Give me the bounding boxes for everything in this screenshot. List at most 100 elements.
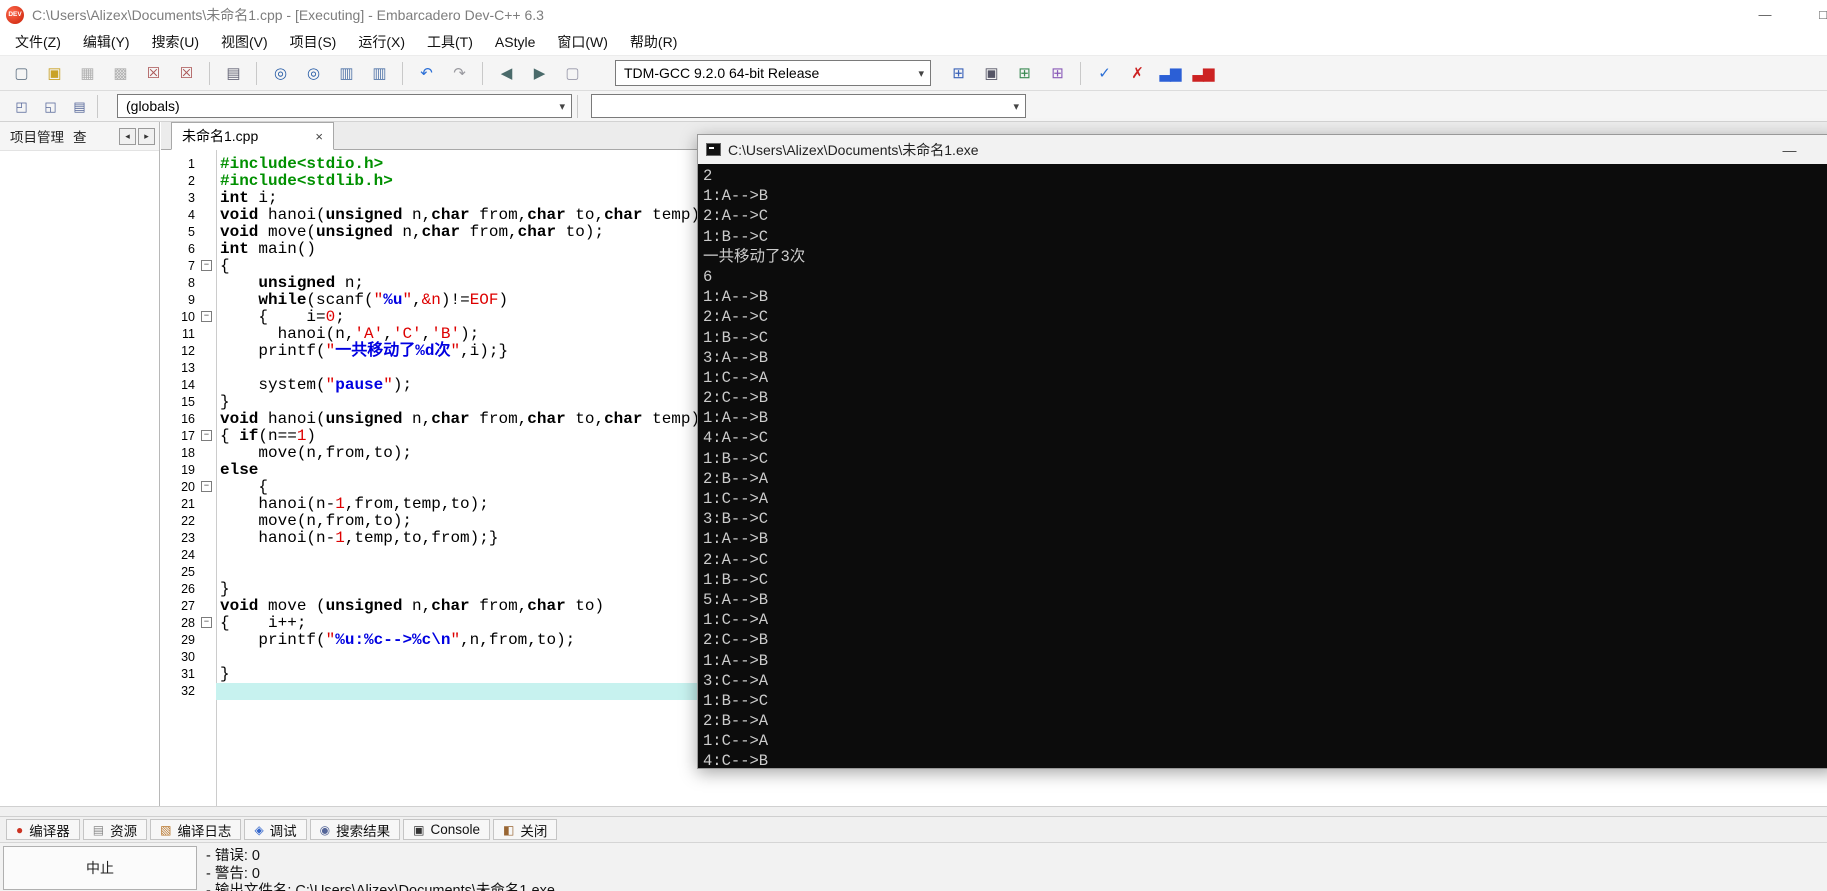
replace-button[interactable]: ◎ xyxy=(298,60,328,86)
print-button[interactable]: ▤ xyxy=(218,60,248,86)
console-output-line: 1:A-->B xyxy=(703,408,1827,428)
console-output[interactable]: 21:A-->B2:A-->C1:B-->C一共移动了3次61:A-->B2:A… xyxy=(698,164,1827,768)
menu-item-7[interactable]: 工具(T) xyxy=(416,29,484,55)
file-browser-button[interactable]: ▢ xyxy=(557,60,587,86)
compile-button[interactable]: ⊞ xyxy=(943,60,973,86)
tab-compile-log[interactable]: ▧编译日志 xyxy=(150,819,241,840)
toolbar-separator xyxy=(97,95,98,118)
panel-splitter[interactable] xyxy=(0,806,1827,816)
menu-item-2[interactable]: 编辑(Y) xyxy=(72,29,141,55)
console-output-line: 1:B-->C xyxy=(703,691,1827,711)
fold-toggle-icon[interactable]: − xyxy=(201,311,212,322)
browser-toolbar-group: ◰◱▤ xyxy=(8,95,92,118)
gutter: 19 xyxy=(161,462,216,479)
stop-execution-button[interactable]: ✗ xyxy=(1122,60,1152,86)
forward-button[interactable]: ▶ xyxy=(524,60,554,86)
open-file-button[interactable]: ▣ xyxy=(39,60,69,86)
panel-tab-project-manager[interactable]: 项目管理 xyxy=(10,126,64,146)
save-button[interactable]: ▦ xyxy=(72,60,102,86)
profile-delete-button[interactable]: ▃▆ xyxy=(1188,60,1218,86)
abort-button[interactable]: 中止 xyxy=(3,846,197,890)
profile-button[interactable]: ▃▆ xyxy=(1155,60,1185,86)
editor-tab[interactable]: 未命名1.cpp × xyxy=(171,122,334,150)
redo-button[interactable]: ↷ xyxy=(444,60,474,86)
fold-column xyxy=(197,445,216,462)
menu-item-10[interactable]: 帮助(R) xyxy=(619,29,688,55)
fold-column xyxy=(197,292,216,309)
fold-column xyxy=(197,496,216,513)
undo-button[interactable]: ↶ xyxy=(411,60,441,86)
console-output-line: 4:C-->B xyxy=(703,751,1827,768)
line-number: 15 xyxy=(161,394,197,411)
menu-item-9[interactable]: 窗口(W) xyxy=(546,29,619,55)
console-minimize-button[interactable]: — xyxy=(1767,135,1812,164)
line-number: 16 xyxy=(161,411,197,428)
panel-tab-view[interactable]: 查 xyxy=(73,126,87,146)
debug-icon: ◈ xyxy=(254,824,263,836)
tab-scroll-right-button[interactable]: ▸ xyxy=(138,128,155,145)
menu-item-1[interactable]: 文件(Z) xyxy=(4,29,72,55)
fold-toggle-icon[interactable]: − xyxy=(201,481,212,492)
compile-run-icon: ⊞ xyxy=(1018,66,1030,81)
tab-debug-label: 调试 xyxy=(270,820,297,840)
chevron-down-icon: ▾ xyxy=(559,100,565,113)
gutter: 8 xyxy=(161,275,216,292)
menu-item-8[interactable]: AStyle xyxy=(484,31,546,53)
gutter: 17− xyxy=(161,428,216,445)
gutter: 24 xyxy=(161,547,216,564)
fold-toggle-icon[interactable]: − xyxy=(201,430,212,441)
compiler-select[interactable]: TDM-GCC 9.2.0 64-bit Release ▾ xyxy=(615,60,931,86)
fold-toggle-icon[interactable]: − xyxy=(201,260,212,271)
menu-item-4[interactable]: 视图(V) xyxy=(210,29,279,55)
new-file-button[interactable]: ▢ xyxy=(6,60,36,86)
print-icon: ▤ xyxy=(226,66,239,81)
tab-scroll-left-button[interactable]: ◂ xyxy=(119,128,136,145)
bookmark-button[interactable]: ▥ xyxy=(364,60,394,86)
rebuild-button[interactable]: ⊞ xyxy=(1042,60,1072,86)
forward-icon: ▶ xyxy=(534,66,545,81)
window-minimize-button[interactable]: — xyxy=(1742,0,1788,29)
members-select[interactable]: ▾ xyxy=(591,94,1026,118)
syntax-check-button[interactable]: ✓ xyxy=(1089,60,1119,86)
fold-column xyxy=(197,632,216,649)
menu-bar: 文件(Z)编辑(Y)搜索(U)视图(V)项目(S)运行(X)工具(T)AStyl… xyxy=(0,29,1827,56)
goto-declaration-button[interactable]: ◰ xyxy=(8,95,34,118)
line-number: 32 xyxy=(161,683,197,700)
tab-resources-label: 资源 xyxy=(110,820,137,840)
line-number: 21 xyxy=(161,496,197,513)
console-output-line: 2:C-->B xyxy=(703,388,1827,408)
back-button[interactable]: ◀ xyxy=(491,60,521,86)
find-button[interactable]: ◎ xyxy=(265,60,295,86)
title-bar[interactable]: DEV C:\Users\Alizex\Documents\未命名1.cpp -… xyxy=(0,0,1827,29)
close-file-button[interactable]: ☒ xyxy=(138,60,168,86)
menu-item-6[interactable]: 运行(X) xyxy=(347,29,416,55)
toolbar-separator xyxy=(402,62,403,85)
menu-item-5[interactable]: 项目(S) xyxy=(279,29,348,55)
close-all-button[interactable]: ☒ xyxy=(171,60,201,86)
close-file-icon: ☒ xyxy=(147,66,159,81)
console-maximize-button[interactable]: □ xyxy=(1815,135,1827,164)
console-output-line: 一共移动了3次 xyxy=(703,247,1827,267)
tab-console[interactable]: ▣Console xyxy=(403,819,490,840)
menu-item-3[interactable]: 搜索(U) xyxy=(141,29,210,55)
tab-close-icon[interactable]: × xyxy=(315,129,323,144)
gutter: 6 xyxy=(161,241,216,258)
gutter: 30 xyxy=(161,649,216,666)
compile-run-button[interactable]: ⊞ xyxy=(1009,60,1039,86)
line-number: 26 xyxy=(161,581,197,598)
console-title-bar[interactable]: C:\Users\Alizex\Documents\未命名1.exe — □ xyxy=(698,135,1827,164)
tab-debug[interactable]: ◈ 调试 xyxy=(244,819,306,840)
tab-resources[interactable]: ▤资源 xyxy=(83,819,147,840)
goto-line-button[interactable]: ▥ xyxy=(331,60,361,86)
tab-compiler[interactable]: ●编译器 xyxy=(6,819,80,840)
globals-select[interactable]: (globals) ▾ xyxy=(117,94,572,118)
console-output-line: 2:B-->A xyxy=(703,469,1827,489)
run-button[interactable]: ▣ xyxy=(976,60,1006,86)
fold-toggle-icon[interactable]: − xyxy=(201,617,212,628)
goto-definition-button[interactable]: ◱ xyxy=(37,95,63,118)
tab-search-results[interactable]: ◉搜索结果 xyxy=(310,819,400,840)
save-all-button[interactable]: ▩ xyxy=(105,60,135,86)
window-maximize-button[interactable]: □ xyxy=(1800,0,1827,29)
class-browser-button[interactable]: ▤ xyxy=(66,95,92,118)
tab-close-panel[interactable]: ◧关闭 xyxy=(493,819,557,840)
